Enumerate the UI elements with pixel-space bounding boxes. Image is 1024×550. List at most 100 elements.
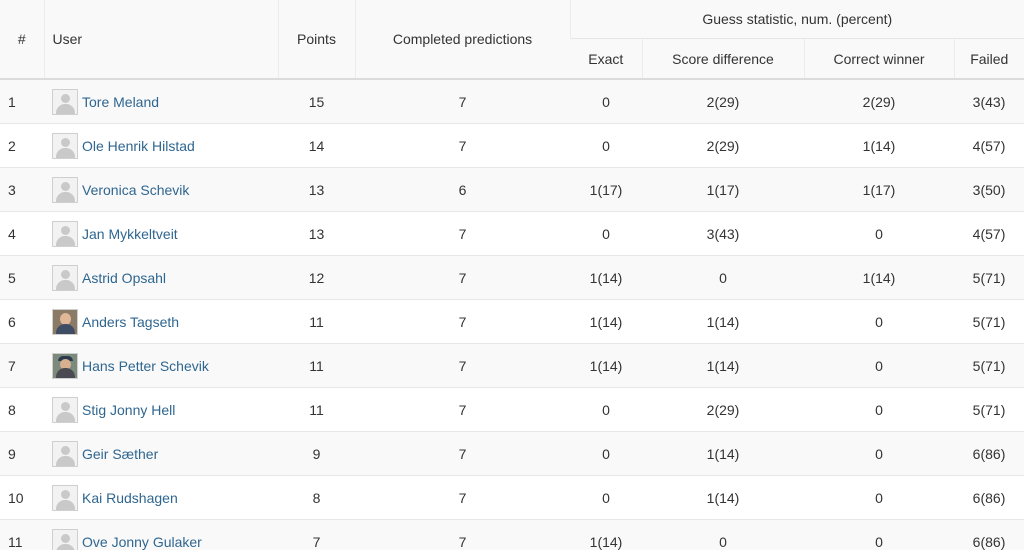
user-cell: Ove Jonny Gulaker xyxy=(44,519,278,550)
failed-cell: 5(71) xyxy=(954,387,1024,432)
score-difference-cell: 2(29) xyxy=(642,123,804,168)
completed-cell: 7 xyxy=(355,475,570,520)
points-header[interactable]: Points xyxy=(277,0,355,80)
user-name-link[interactable]: Stig Jonny Hell xyxy=(82,402,175,418)
rank-cell: 4 xyxy=(0,211,44,256)
user-cell: Stig Jonny Hell xyxy=(44,387,278,432)
correct-winner-header[interactable]: Correct winner xyxy=(803,38,954,80)
correct-winner-cell: 0 xyxy=(804,299,954,344)
user-cell: Tore Meland xyxy=(44,78,278,124)
failed-cell: 4(57) xyxy=(954,123,1024,168)
rank-cell: 10 xyxy=(0,475,44,520)
user-name-link[interactable]: Veronica Schevik xyxy=(82,182,189,198)
table-row: 3 Veronica Schevik 13 6 1(17) 1(17) 1(17) 3(50) xyxy=(0,167,1024,212)
correct-winner-cell: 0 xyxy=(804,519,954,550)
correct-winner-cell: 0 xyxy=(804,211,954,256)
score-difference-cell: 1(14) xyxy=(642,343,804,388)
failed-cell: 5(71) xyxy=(954,255,1024,300)
score-difference-cell: 1(14) xyxy=(642,299,804,344)
avatar[interactable] xyxy=(52,220,78,247)
user-name-link[interactable]: Geir Sæther xyxy=(82,446,158,462)
completed-cell: 7 xyxy=(355,387,570,432)
correct-winner-cell: 0 xyxy=(804,387,954,432)
correct-winner-cell: 0 xyxy=(804,475,954,520)
exact-cell: 1(17) xyxy=(570,167,642,212)
avatar[interactable] xyxy=(52,352,78,379)
points-cell: 11 xyxy=(278,343,355,388)
rank-header[interactable]: # xyxy=(0,0,44,80)
user-header[interactable]: User xyxy=(43,0,278,80)
correct-winner-cell: 1(14) xyxy=(804,123,954,168)
completed-cell: 7 xyxy=(355,299,570,344)
completed-predictions-header[interactable]: Completed predictions xyxy=(354,0,570,80)
exact-header[interactable]: Exact xyxy=(570,38,642,80)
points-cell: 15 xyxy=(278,78,355,124)
user-name-link[interactable]: Ole Henrik Hilstad xyxy=(82,138,195,154)
avatar[interactable] xyxy=(52,440,78,467)
failed-cell: 3(43) xyxy=(954,78,1024,124)
points-cell: 9 xyxy=(278,431,355,476)
avatar[interactable] xyxy=(52,132,78,159)
user-name-link[interactable]: Astrid Opsahl xyxy=(82,270,166,286)
rank-cell: 9 xyxy=(0,431,44,476)
user-cell: Jan Mykkeltveit xyxy=(44,211,278,256)
score-difference-header[interactable]: Score difference xyxy=(641,38,804,80)
rank-cell: 1 xyxy=(0,78,44,124)
rank-cell: 11 xyxy=(0,519,44,550)
rank-cell: 2 xyxy=(0,123,44,168)
user-name-link[interactable]: Jan Mykkeltveit xyxy=(82,226,178,242)
table-row: 5 Astrid Opsahl 12 7 1(14) 0 1(14) 5(71) xyxy=(0,255,1024,300)
table-row: 9 Geir Sæther 9 7 0 1(14) 0 6(86) xyxy=(0,431,1024,476)
avatar[interactable] xyxy=(52,528,78,550)
avatar[interactable] xyxy=(52,176,78,203)
completed-cell: 6 xyxy=(355,167,570,212)
avatar[interactable] xyxy=(52,308,78,335)
failed-cell: 5(71) xyxy=(954,299,1024,344)
points-cell: 11 xyxy=(278,387,355,432)
avatar[interactable] xyxy=(52,396,78,423)
failed-cell: 4(57) xyxy=(954,211,1024,256)
score-difference-cell: 1(17) xyxy=(642,167,804,212)
user-cell: Veronica Schevik xyxy=(44,167,278,212)
failed-cell: 6(86) xyxy=(954,475,1024,520)
failed-cell: 3(50) xyxy=(954,167,1024,212)
user-name-link[interactable]: Hans Petter Schevik xyxy=(82,358,209,374)
table-row: 8 Stig Jonny Hell 11 7 0 2(29) 0 5(71) xyxy=(0,387,1024,432)
table-row: 4 Jan Mykkeltveit 13 7 0 3(43) 0 4(57) xyxy=(0,211,1024,256)
user-cell: Kai Rudshagen xyxy=(44,475,278,520)
avatar[interactable] xyxy=(52,484,78,511)
exact-cell: 1(14) xyxy=(570,299,642,344)
completed-cell: 7 xyxy=(355,255,570,300)
correct-winner-cell: 2(29) xyxy=(804,78,954,124)
failed-header[interactable]: Failed xyxy=(953,38,1024,80)
user-cell: Geir Sæther xyxy=(44,431,278,476)
points-cell: 12 xyxy=(278,255,355,300)
avatar[interactable] xyxy=(52,88,78,115)
score-difference-cell: 3(43) xyxy=(642,211,804,256)
table-row: 1 Tore Meland 15 7 0 2(29) 2(29) 3(43) xyxy=(0,78,1024,124)
guess-statistic-header: Guess statistic, num. (percent) xyxy=(569,0,1024,39)
score-difference-cell: 1(14) xyxy=(642,431,804,476)
exact-cell: 0 xyxy=(570,211,642,256)
user-name-link[interactable]: Kai Rudshagen xyxy=(82,490,178,506)
user-name-link[interactable]: Anders Tagseth xyxy=(82,314,179,330)
table-row: 2 Ole Henrik Hilstad 14 7 0 2(29) 1(14) 4(57) xyxy=(0,123,1024,168)
points-cell: 13 xyxy=(278,167,355,212)
table-row: 6 Anders Tagseth 11 7 1(14) 1(14) 0 5(71) xyxy=(0,299,1024,344)
completed-cell: 7 xyxy=(355,343,570,388)
correct-winner-cell: 1(14) xyxy=(804,255,954,300)
exact-cell: 0 xyxy=(570,387,642,432)
exact-cell: 0 xyxy=(570,431,642,476)
points-cell: 13 xyxy=(278,211,355,256)
user-name-link[interactable]: Ove Jonny Gulaker xyxy=(82,534,202,550)
correct-winner-cell: 0 xyxy=(804,431,954,476)
rank-cell: 5 xyxy=(0,255,44,300)
user-name-link[interactable]: Tore Meland xyxy=(82,94,159,110)
completed-cell: 7 xyxy=(355,78,570,124)
exact-cell: 1(14) xyxy=(570,519,642,550)
score-difference-cell: 1(14) xyxy=(642,475,804,520)
exact-cell: 1(14) xyxy=(570,343,642,388)
table-row: 10 Kai Rudshagen 8 7 0 1(14) 0 6(86) xyxy=(0,475,1024,520)
avatar[interactable] xyxy=(52,264,78,291)
points-cell: 8 xyxy=(278,475,355,520)
